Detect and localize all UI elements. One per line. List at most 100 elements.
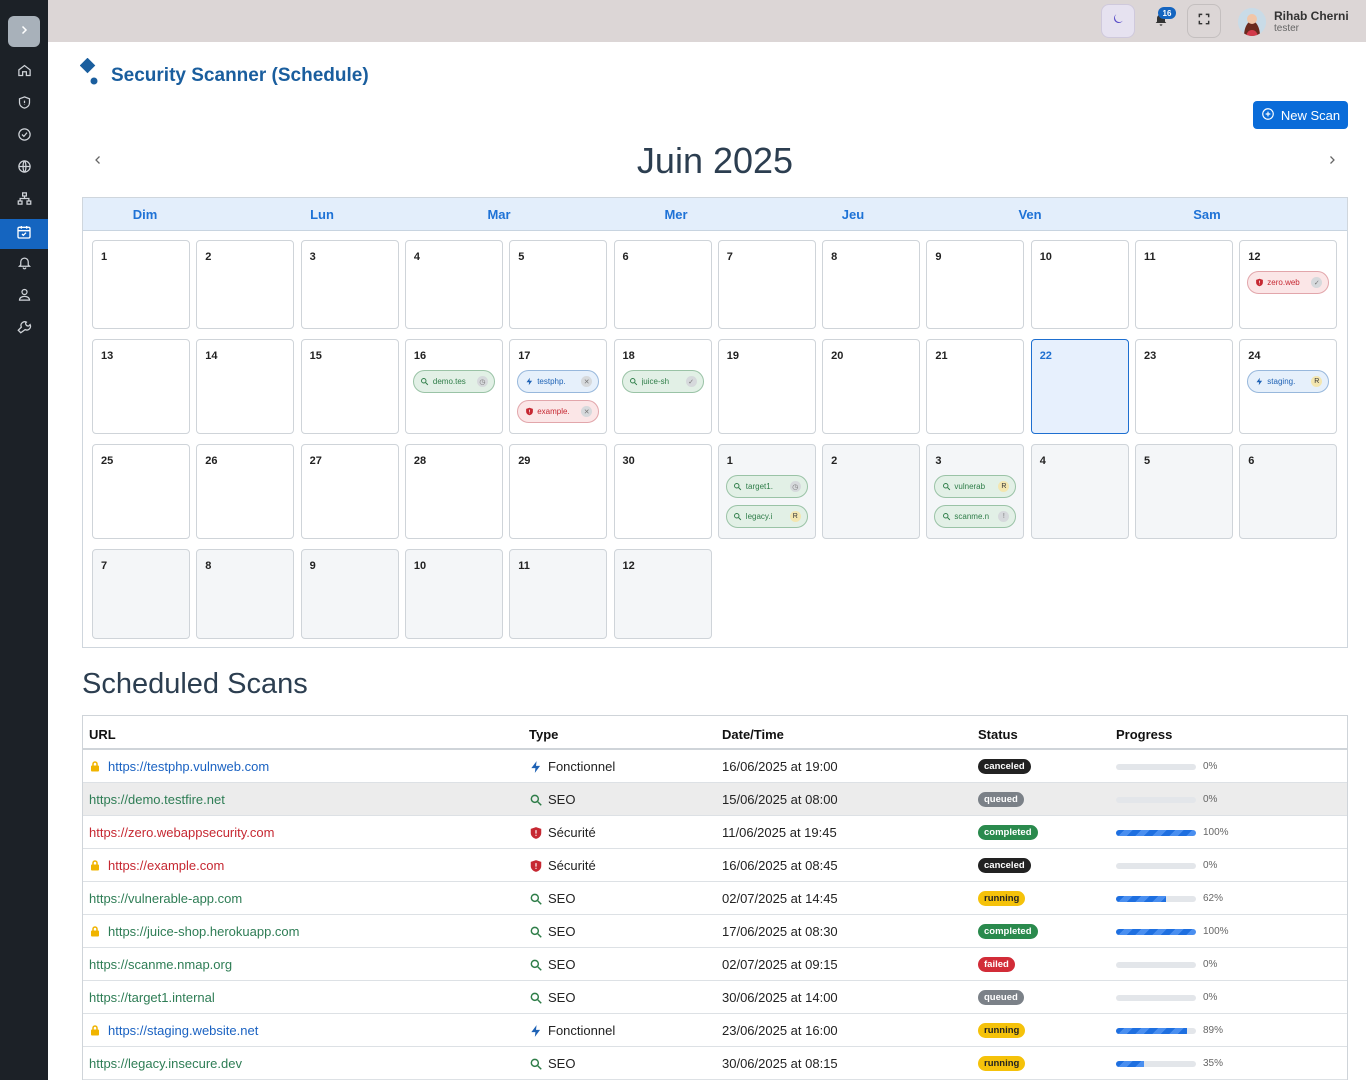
notifications-button[interactable]: 16 (1144, 4, 1178, 38)
calendar-weekday-header: Dim Lun Mar Mer Jeu Ven Sam (83, 198, 1347, 231)
url-link[interactable]: https://target1.internal (89, 990, 215, 1005)
fullscreen-button[interactable] (1187, 4, 1221, 38)
table-row[interactable]: https://example.com Sécurité 16/06/2025 at… (83, 849, 1347, 882)
theme-toggle-button[interactable] (1101, 4, 1135, 38)
search-icon (941, 482, 951, 491)
table-row[interactable]: https://zero.webappsecurity.com Sécurité 1… (83, 816, 1347, 849)
scan-event-chip[interactable]: example. ✕ (517, 400, 600, 423)
progress-bar (1116, 763, 1196, 770)
sidebar-item-users[interactable] (0, 282, 48, 312)
progress-cell: 35% (1116, 1047, 1223, 1080)
calendar-day[interactable]: 10 (404, 549, 503, 639)
previous-month-button[interactable] (88, 151, 108, 173)
diamond-logo-icon (79, 57, 102, 93)
calendar-day[interactable]: 23 (1135, 339, 1233, 434)
table-row[interactable]: https://juice-shop.herokuapp.com SEO 17/06… (83, 915, 1347, 948)
calendar-day[interactable]: 16 demo.tes ◷ (404, 339, 503, 434)
sidebar-item-home[interactable] (0, 58, 48, 88)
url-link[interactable]: https://juice-shop.herokuapp.com (108, 924, 300, 939)
day-number: 12 (622, 560, 635, 572)
table-row[interactable]: https://legacy.insecure.dev SEO 30/06/2025… (83, 1047, 1347, 1080)
calendar-day[interactable]: 9 (926, 240, 1025, 329)
scan-event-chip[interactable]: scanme.n! (934, 505, 1017, 528)
calendar-day[interactable]: 5 (1135, 444, 1233, 539)
scan-event-chip[interactable]: testphp. ✕ (517, 370, 600, 393)
calendar-day[interactable]: 26 (196, 444, 295, 539)
calendar-day[interactable]: 12 (613, 549, 712, 639)
calendar-day[interactable]: 19 (717, 339, 816, 434)
calendar-day[interactable]: 2 (196, 240, 295, 329)
calendar-day[interactable]: 8 (822, 240, 921, 329)
calendar-day[interactable]: 6 (613, 240, 712, 329)
day-number: 6 (1248, 455, 1255, 467)
day-number: 2 (831, 455, 838, 467)
calendar-day[interactable]: 10 (1030, 240, 1129, 329)
calendar-day[interactable]: 28 (404, 444, 503, 539)
url-link[interactable]: https://zero.webappsecurity.com (89, 825, 274, 840)
sidebar-toggle-button[interactable] (8, 16, 40, 47)
calendar-day[interactable]: 3 (300, 240, 399, 329)
calendar-day[interactable]: 18 juice-sh ✓ (613, 339, 712, 434)
scan-event-chip[interactable]: demo.tes ◷ (412, 370, 495, 393)
calendar-day[interactable]: 11 (509, 549, 608, 639)
calendar-day[interactable]: 20 (822, 339, 921, 434)
search-icon (529, 793, 543, 807)
calendar-day[interactable]: 3 vulnerab Rscanme.n! (926, 444, 1025, 539)
calendar-day[interactable]: 4 (404, 240, 503, 329)
calendar-day[interactable]: 25 (92, 444, 190, 539)
table-row[interactable]: https://staging.website.net Fonctionnel 23… (83, 1014, 1347, 1047)
table-row[interactable]: https://testphp.vulnweb.com Fonctionnel 16… (83, 750, 1347, 783)
sidebar-item-schedule[interactable] (0, 219, 48, 249)
url-link[interactable]: https://demo.testfire.net (89, 792, 225, 807)
url-link[interactable]: https://testphp.vulnweb.com (108, 759, 269, 774)
sidebar-item-notifications[interactable] (0, 250, 48, 280)
calendar-day[interactable]: 6 (1239, 444, 1338, 539)
user-menu[interactable]: Rihab Cherni tester (1238, 6, 1349, 38)
table-row[interactable]: https://scanme.nmap.org SEO 02/07/2025 at … (83, 948, 1347, 981)
calendar-day[interactable]: 14 (196, 339, 295, 434)
calendar-day[interactable]: 1 (92, 240, 190, 329)
calendar-day[interactable]: 8 (196, 549, 295, 639)
calendar-day[interactable]: 4 (1030, 444, 1129, 539)
scan-event-chip[interactable]: staging. R (1247, 370, 1330, 393)
calendar-day[interactable]: 15 (300, 339, 399, 434)
calendar-day[interactable]: 24 staging. R (1239, 339, 1338, 434)
sidebar-item-sitemap[interactable] (0, 186, 48, 216)
day-number: 17 (518, 350, 531, 362)
sidebar-item-checks[interactable] (0, 122, 48, 152)
event-status-icon: R (789, 511, 801, 522)
scan-event-chip[interactable]: vulnerab R (934, 475, 1017, 498)
sidebar-item-tools[interactable] (0, 314, 48, 344)
new-scan-button[interactable]: New Scan (1253, 101, 1348, 129)
calendar-day[interactable]: 29 (509, 444, 608, 539)
url-link[interactable]: https://staging.website.net (108, 1023, 258, 1038)
sidebar-item-security[interactable] (0, 90, 48, 120)
calendar-day[interactable]: 7 (717, 240, 816, 329)
calendar-day[interactable]: 9 (300, 549, 399, 639)
calendar-day[interactable]: 12 zero.web ✓ (1239, 240, 1338, 329)
calendar-day[interactable]: 22 (1030, 339, 1129, 434)
calendar-day[interactable]: 2 (822, 444, 921, 539)
scan-event-chip[interactable]: juice-sh ✓ (621, 370, 704, 393)
table-row[interactable]: https://vulnerable-app.com SEO 02/07/2025 … (83, 882, 1347, 915)
table-row[interactable]: https://demo.testfire.net SEO 15/06/2025 a… (83, 783, 1347, 816)
url-link[interactable]: https://vulnerable-app.com (89, 891, 242, 906)
calendar-day[interactable]: 21 (926, 339, 1025, 434)
calendar-day[interactable]: 5 (509, 240, 608, 329)
calendar-day[interactable]: 1 target1. ◷ legacy.i R (717, 444, 816, 539)
scan-event-chip[interactable]: zero.web ✓ (1247, 271, 1330, 294)
calendar-day[interactable]: 7 (92, 549, 190, 639)
sidebar-item-web[interactable] (0, 154, 48, 184)
table-row[interactable]: https://target1.internal SEO 30/06/2025 at… (83, 981, 1347, 1014)
url-link[interactable]: https://example.com (108, 858, 224, 873)
calendar-day[interactable]: 27 (300, 444, 399, 539)
scan-event-chip[interactable]: legacy.i R (725, 505, 808, 528)
next-month-button[interactable] (1322, 151, 1342, 173)
scan-event-chip[interactable]: target1. ◷ (725, 475, 808, 498)
calendar-day[interactable]: 11 (1135, 240, 1233, 329)
calendar-day[interactable]: 13 (92, 339, 190, 434)
calendar-day[interactable]: 30 (613, 444, 712, 539)
url-link[interactable]: https://scanme.nmap.org (89, 957, 232, 972)
calendar-day[interactable]: 17 testphp. ✕ example. ✕ (509, 339, 608, 434)
url-link[interactable]: https://legacy.insecure.dev (89, 1056, 242, 1071)
